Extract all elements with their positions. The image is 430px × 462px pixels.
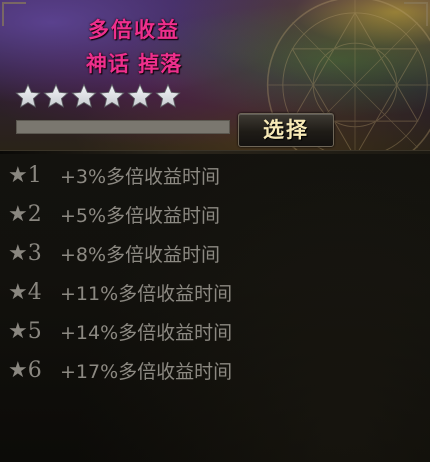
upgrade-progress-bar	[16, 120, 230, 134]
bonus-star-level: ★1	[8, 162, 42, 188]
bonus-description: +11%多倍收益时间	[60, 282, 233, 305]
bonus-row: ★5 +14%多倍收益时间	[8, 314, 232, 348]
item-title: 多倍收益	[88, 18, 180, 42]
bonus-row: ★4 +11%多倍收益时间	[8, 275, 232, 309]
bonus-star-level: ★4	[8, 279, 42, 305]
star-empty-icon	[15, 83, 41, 108]
bonus-description: +5%多倍收益时间	[60, 204, 221, 227]
bonus-row: ★3 +8%多倍收益时间	[8, 236, 220, 270]
item-subtitle: 神话 掉落	[85, 52, 183, 76]
star-empty-icon	[127, 83, 153, 108]
select-button[interactable]: 选择	[238, 113, 334, 147]
bonus-star-level: ★5	[8, 318, 42, 344]
star-rating	[15, 83, 181, 113]
bonus-description: +8%多倍收益时间	[60, 243, 221, 266]
header-divider	[0, 150, 430, 154]
bonus-row: ★2 +5%多倍收益时间	[8, 197, 220, 231]
star-empty-icon	[99, 83, 125, 108]
bonus-description: +3%多倍收益时间	[60, 165, 221, 188]
star-empty-icon	[71, 83, 97, 108]
bonus-star-level: ★6	[8, 357, 42, 383]
bonus-description: +14%多倍收益时间	[60, 321, 233, 344]
bonus-description: +17%多倍收益时间	[60, 360, 233, 383]
bonus-star-level: ★3	[8, 240, 42, 266]
star-empty-icon	[155, 83, 181, 108]
bonus-row: ★1 +3%多倍收益时间	[8, 158, 220, 192]
star-empty-icon	[43, 83, 69, 108]
bonus-star-level: ★2	[8, 201, 42, 227]
panel-header: 多倍收益 神话 掉落 选择	[0, 0, 430, 150]
bonus-row: ★6 +17%多倍收益时间	[8, 353, 232, 387]
bonus-panel: 多倍收益 神话 掉落 选择 ★1 +3%多倍收益时间 ★2 +5%多倍收益时间 ★3 +8…	[0, 0, 430, 462]
